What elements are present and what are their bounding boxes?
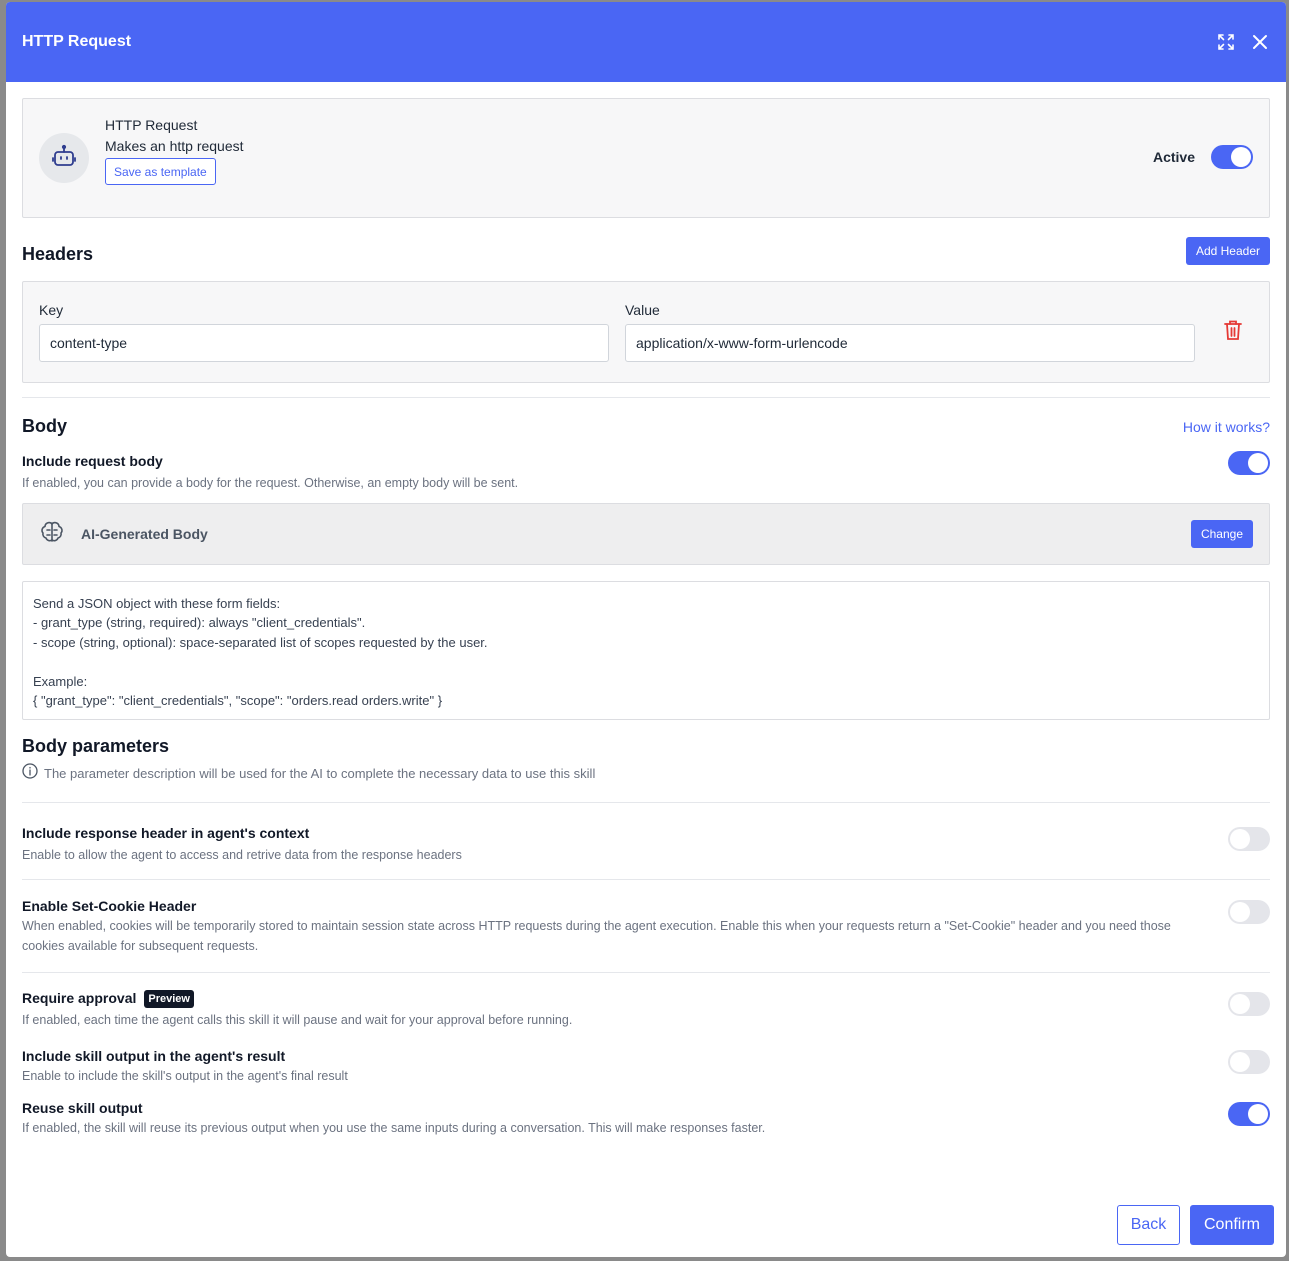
toggle-knob <box>1230 902 1250 922</box>
trash-icon[interactable] <box>1221 318 1245 342</box>
save-as-template-button[interactable]: Save as template <box>105 158 216 185</box>
modal-header: HTTP Request <box>6 2 1286 82</box>
divider <box>22 972 1270 973</box>
info-icon <box>22 763 38 784</box>
add-header-button[interactable]: Add Header <box>1185 236 1270 265</box>
option-title: Include skill output in the agent's resu… <box>22 1048 286 1064</box>
option-title-row: Require approval Preview <box>22 990 572 1008</box>
modal-content: HTTP Request Makes an http request Save … <box>22 98 1270 1138</box>
option-description: Enable to allow the agent to access and … <box>22 848 462 862</box>
active-toggle-group: Active <box>1153 145 1253 169</box>
body-title: Body <box>22 416 67 436</box>
body-section-header: Body How it works? <box>22 416 1270 437</box>
headers-title: Headers <box>22 244 94 264</box>
reuse-output-option: Reuse skill output If enabled, the skill… <box>22 1100 1270 1138</box>
brain-icon <box>39 519 65 550</box>
back-button[interactable]: Back <box>1117 1205 1180 1245</box>
include-request-body-option: Include request body If enabled, you can… <box>22 451 1270 493</box>
key-label: Key <box>39 302 64 318</box>
divider <box>22 397 1270 398</box>
header-actions <box>1216 32 1270 52</box>
response-header-option: Include response header in agent's conte… <box>22 825 1270 865</box>
change-button[interactable]: Change <box>1190 520 1253 548</box>
body-parameters-title: Body parameters <box>22 736 170 756</box>
set-cookie-option: Enable Set-Cookie Header When enabled, c… <box>22 898 1270 956</box>
option-title: Include response header in agent's conte… <box>22 825 310 841</box>
robot-icon <box>51 143 77 174</box>
ai-body-label: AI-Generated Body <box>81 526 208 542</box>
toggle-knob <box>1230 994 1250 1014</box>
active-label: Active <box>1152 149 1195 165</box>
how-it-works-link[interactable]: How it works? <box>1183 419 1270 435</box>
expand-icon[interactable] <box>1216 32 1236 52</box>
skill-avatar <box>39 133 89 183</box>
divider <box>22 879 1270 880</box>
close-icon[interactable] <box>1250 32 1270 52</box>
option-description: If enabled, each time the agent calls th… <box>22 1013 573 1027</box>
active-toggle[interactable] <box>1211 145 1253 169</box>
skill-name: HTTP Request <box>105 117 198 133</box>
toggle-knob <box>1230 1052 1250 1072</box>
option-title: Include request body <box>22 453 163 469</box>
option-title: Require approval <box>22 990 137 1006</box>
set-cookie-toggle[interactable] <box>1228 900 1270 924</box>
modal-footer: Back Confirm <box>1117 1205 1274 1245</box>
option-description: If enabled, you can provide a body for t… <box>22 476 519 490</box>
http-request-modal: HTTP Request HTTP Request Makes an http … <box>6 2 1286 1257</box>
option-description: Enable to include the skill's output in … <box>22 1069 348 1083</box>
option-description: If enabled, the skill will reuse its pre… <box>22 1121 766 1135</box>
skill-description: Makes an http request <box>105 138 244 154</box>
headers-section-header: Headers Add Header <box>22 236 1270 265</box>
modal-title: HTTP Request <box>22 33 132 50</box>
header-row: Key Value <box>22 281 1270 383</box>
response-header-toggle[interactable] <box>1228 827 1270 851</box>
header-key-field: Key <box>39 302 609 362</box>
ai-body-label-group: AI-Generated Body <box>39 519 208 550</box>
value-label: Value <box>625 302 660 318</box>
reuse-output-toggle[interactable] <box>1228 1102 1270 1126</box>
header-value-field: Value <box>625 302 1195 362</box>
require-approval-option: Require approval Preview If enabled, each… <box>22 990 1270 1030</box>
include-body-toggle[interactable] <box>1228 451 1270 475</box>
ai-generated-body-box: AI-Generated Body Change <box>22 503 1270 565</box>
skill-output-toggle[interactable] <box>1228 1050 1270 1074</box>
option-title: Reuse skill output <box>22 1100 143 1116</box>
option-description: When enabled, cookies will be temporaril… <box>22 919 1171 953</box>
body-prompt-textarea[interactable]: Send a JSON object with these form field… <box>22 581 1270 720</box>
header-value-input[interactable] <box>625 324 1195 362</box>
divider <box>22 802 1270 803</box>
toggle-knob <box>1248 1104 1268 1124</box>
preview-badge: Preview <box>144 990 194 1008</box>
skill-output-option: Include skill output in the agent's resu… <box>22 1048 1270 1086</box>
toggle-knob <box>1230 829 1250 849</box>
info-text: The parameter description will be used f… <box>44 766 596 781</box>
confirm-button[interactable]: Confirm <box>1190 1205 1274 1245</box>
option-title: Enable Set-Cookie Header <box>22 898 197 914</box>
skill-info: HTTP Request Makes an http request Save … <box>105 117 244 185</box>
toggle-knob <box>1231 147 1251 167</box>
body-parameters-info: The parameter description will be used f… <box>22 763 1270 784</box>
header-key-input[interactable] <box>39 324 609 362</box>
require-approval-toggle[interactable] <box>1228 992 1270 1016</box>
skill-card: HTTP Request Makes an http request Save … <box>22 98 1270 218</box>
toggle-knob <box>1248 453 1268 473</box>
